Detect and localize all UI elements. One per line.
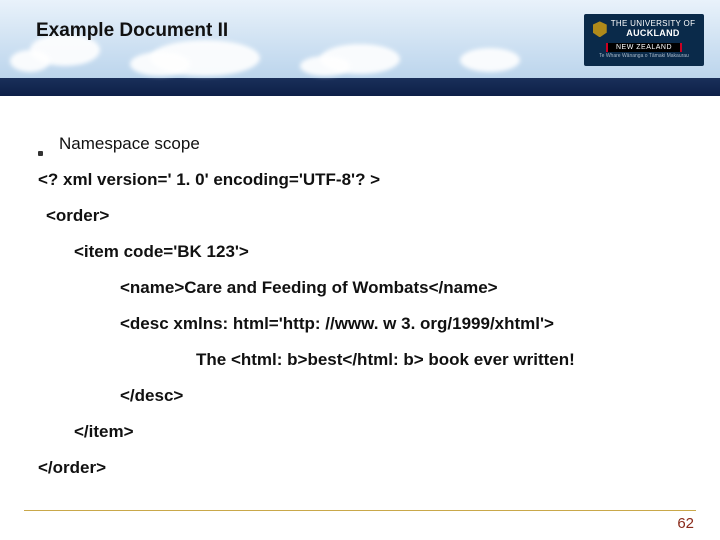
crest-icon — [593, 21, 607, 37]
logo-maori-line: Te Whare Wānanga o Tāmaki Makaurau — [599, 54, 689, 60]
university-logo: THE UNIVERSITY OF AUCKLAND NEW ZEALAND T… — [584, 14, 704, 66]
code-line: </order> — [28, 458, 692, 478]
logo-text: THE UNIVERSITY OF AUCKLAND — [611, 20, 696, 39]
code-line: The <html: b>best</html: b> book ever wr… — [28, 350, 692, 370]
slide-title: Example Document II — [36, 20, 228, 42]
code-line: <order> — [28, 206, 692, 226]
cloud-decoration — [130, 52, 190, 76]
bullet-icon — [38, 151, 43, 156]
code-line: </desc> — [28, 386, 692, 406]
header-divider-bar — [0, 78, 720, 96]
footer-divider — [24, 510, 696, 512]
slide-header: Example Document II THE UNIVERSITY OF AU… — [0, 0, 720, 78]
cloud-decoration — [460, 48, 520, 72]
page-number: 62 — [677, 515, 694, 532]
logo-top-row: THE UNIVERSITY OF AUCKLAND — [593, 20, 696, 39]
code-line: <desc xmlns: html='http: //www. w 3. org… — [28, 314, 692, 334]
logo-nz-badge: NEW ZEALAND — [606, 43, 682, 53]
logo-line2: AUCKLAND — [611, 29, 696, 39]
slide: Example Document II THE UNIVERSITY OF AU… — [0, 0, 720, 540]
bullet-text: Namespace scope — [59, 134, 200, 154]
code-line: </item> — [28, 422, 692, 442]
cloud-decoration — [10, 50, 50, 72]
bullet-item: Namespace scope — [28, 134, 692, 154]
slide-body: Namespace scope <? xml version=' 1. 0' e… — [0, 96, 720, 510]
code-line: <name>Care and Feeding of Wombats</name> — [28, 278, 692, 298]
cloud-decoration — [300, 56, 350, 76]
code-line: <? xml version=' 1. 0' encoding='UTF-8'?… — [28, 170, 692, 190]
code-line: <item code='BK 123'> — [28, 242, 692, 262]
